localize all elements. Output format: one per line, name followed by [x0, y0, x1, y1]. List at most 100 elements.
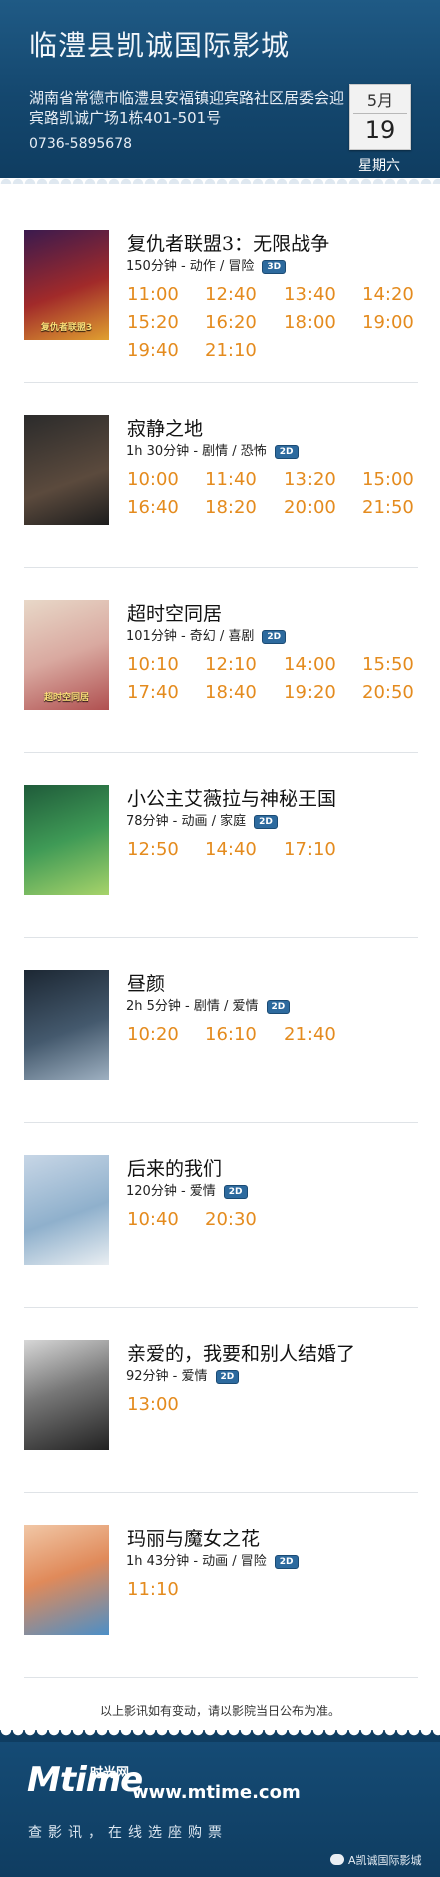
cinema-header: 临澧县凯诚国际影城 湖南省常德市临澧县安福镇迎宾路社区居委会迎宾路凯诚广场1栋4…	[0, 0, 440, 178]
header-zigzag-edge	[0, 172, 440, 184]
movie-info: 2h 5分钟 - 剧情 / 爱情 2D	[126, 995, 291, 1014]
showtime[interactable]: 14:20	[362, 284, 414, 305]
poster-caption: 复仇者联盟3	[40, 323, 93, 333]
showtime[interactable]: 12:40	[205, 284, 257, 305]
movie-duration-genre: 2h 5分钟 - 剧情 / 爱情	[126, 999, 259, 1014]
movie-item[interactable]: 玛丽与魔女之花 1h 43分钟 - 动画 / 冒险 2D 11:10	[24, 1493, 418, 1678]
format-badge: 2D	[274, 1555, 299, 1569]
showtime[interactable]: 19:40	[127, 340, 179, 361]
movie-item[interactable]: 超时空同居 超时空同居 101分钟 - 奇幻 / 喜剧 2D 10:10 12:10 14:…	[24, 568, 418, 753]
showtime[interactable]: 13:00	[127, 1394, 179, 1415]
movie-item[interactable]: 小公主艾薇拉与神秘王国 78分钟 - 动画 / 家庭 2D 12:50 14:40 17:…	[24, 753, 418, 938]
movie-title[interactable]: 寂静之地	[127, 414, 203, 441]
format-badge: 2D	[254, 815, 278, 829]
movie-title[interactable]: 玛丽与魔女之花	[127, 1524, 260, 1551]
wechat-icon	[330, 1854, 344, 1865]
showtime[interactable]: 11:00	[127, 284, 179, 305]
showtime[interactable]: 20:30	[205, 1209, 257, 1230]
movie-duration-genre: 78分钟 - 动画 / 家庭	[126, 814, 247, 829]
showtime[interactable]: 10:40	[127, 1209, 179, 1230]
movie-poster[interactable]: 复仇者联盟3	[24, 230, 109, 340]
showtime[interactable]: 12:10	[205, 654, 257, 675]
movie-poster[interactable]	[24, 1525, 109, 1635]
movie-poster[interactable]	[24, 785, 109, 895]
wechat-account-name: A凯诚国际影城	[348, 1854, 422, 1867]
showtime[interactable]: 17:40	[127, 682, 179, 703]
format-badge: 2D	[215, 1370, 240, 1384]
movie-info: 150分钟 - 动作 / 冒险 3D	[126, 255, 287, 274]
format-badge: 2D	[262, 630, 287, 644]
showtime[interactable]: 16:20	[205, 312, 257, 333]
showtime[interactable]: 18:00	[284, 312, 336, 333]
movie-duration-genre: 101分钟 - 奇幻 / 喜剧	[126, 629, 255, 644]
mtime-site-link[interactable]: www.mtime.com	[132, 1782, 301, 1803]
showtime[interactable]: 20:00	[284, 497, 336, 518]
cinema-phone: 0736-5895678	[29, 136, 133, 152]
format-badge: 2D	[223, 1185, 248, 1199]
showtime[interactable]: 10:00	[127, 469, 179, 490]
movie-item[interactable]: 昼颜 2h 5分钟 - 剧情 / 爱情 2D 10:20 16:10 21:40	[24, 938, 418, 1123]
cinema-address: 湖南省常德市临澧县安福镇迎宾路社区居委会迎宾路凯诚广场1栋401-501号	[29, 89, 345, 127]
showtime[interactable]: 20:50	[362, 682, 414, 703]
showtime[interactable]: 21:40	[284, 1024, 336, 1045]
notice-text: 以上影讯如有变动，请以影院当日公布为准。	[99, 1704, 340, 1718]
showtime[interactable]: 15:00	[362, 469, 414, 490]
movie-title[interactable]: 小公主艾薇拉与神秘王国	[127, 784, 336, 811]
movie-item[interactable]: 亲爱的，我要和别人结婚了 92分钟 - 爱情 2D 13:00	[24, 1308, 418, 1493]
showtime[interactable]: 13:20	[284, 469, 336, 490]
movie-item[interactable]: 复仇者联盟3 复仇者联盟3：无限战争 150分钟 - 动作 / 冒险 3D 11:00 1…	[24, 198, 418, 383]
movie-title[interactable]: 复仇者联盟3：无限战争	[127, 229, 329, 256]
showtime[interactable]: 21:10	[205, 340, 257, 361]
showtime[interactable]: 21:50	[362, 497, 414, 518]
showtime[interactable]: 13:40	[284, 284, 336, 305]
format-badge: 3D	[262, 260, 287, 274]
footer-slogan: 查影讯，在线选座购票	[28, 1825, 228, 1841]
showtime[interactable]: 15:20	[127, 312, 179, 333]
showtime[interactable]: 15:50	[362, 654, 414, 675]
showtime[interactable]: 18:20	[205, 497, 257, 518]
showtime[interactable]: 19:00	[362, 312, 414, 333]
showtime[interactable]: 14:00	[284, 654, 336, 675]
movie-info: 92分钟 - 爱情 2D	[126, 1365, 240, 1384]
format-badge: 2D	[274, 445, 299, 459]
poster-caption: 超时空同居	[43, 693, 89, 703]
movie-duration-genre: 1h 30分钟 - 剧情 / 恐怖	[126, 444, 267, 459]
movie-divider	[24, 1677, 418, 1678]
cinema-title: 临澧县凯诚国际影城	[29, 29, 291, 62]
footer: Mtime 时光网 www.mtime.com 查影讯，在线选座购票 A凯诚国际…	[0, 1742, 440, 1877]
movie-title[interactable]: 亲爱的，我要和别人结婚了	[127, 1339, 355, 1366]
movie-item[interactable]: 后来的我们 120分钟 - 爱情 2D 10:40 20:30	[24, 1123, 418, 1308]
movie-poster[interactable]	[24, 1155, 109, 1265]
mtime-logo-cn: 时光网	[90, 1766, 130, 1781]
movie-info: 101分钟 - 奇幻 / 喜剧 2D	[126, 625, 287, 644]
showtime[interactable]: 19:20	[284, 682, 336, 703]
showtime[interactable]: 16:10	[205, 1024, 257, 1045]
showtime[interactable]: 14:40	[205, 839, 257, 860]
date-card: 5月 19	[349, 84, 411, 150]
showtime[interactable]: 11:10	[127, 1579, 179, 1600]
showtime[interactable]: 11:40	[205, 469, 257, 490]
wechat-account: A凯诚国际影城	[330, 1852, 422, 1868]
movie-title[interactable]: 后来的我们	[127, 1154, 222, 1181]
date-divider	[353, 113, 407, 114]
movie-poster[interactable]	[24, 970, 109, 1080]
movie-info: 120分钟 - 爱情 2D	[126, 1180, 248, 1199]
movie-item[interactable]: 寂静之地 1h 30分钟 - 剧情 / 恐怖 2D 10:00 11:40 13:20 15…	[24, 383, 418, 568]
movie-duration-genre: 150分钟 - 动作 / 冒险	[126, 259, 255, 274]
showtime[interactable]: 18:40	[205, 682, 257, 703]
movie-poster[interactable]: 超时空同居	[24, 600, 109, 710]
showtime[interactable]: 10:10	[127, 654, 179, 675]
showtime[interactable]: 12:50	[127, 839, 179, 860]
movie-duration-genre: 1h 43分钟 - 动画 / 冒险	[126, 1554, 267, 1569]
movie-title[interactable]: 超时空同居	[127, 599, 222, 626]
movie-info: 1h 30分钟 - 剧情 / 恐怖 2D	[126, 440, 299, 459]
movie-title[interactable]: 昼颜	[127, 969, 165, 996]
date-day: 19	[364, 116, 396, 144]
showtime[interactable]: 16:40	[127, 497, 179, 518]
showtime[interactable]: 17:10	[284, 839, 336, 860]
movie-poster[interactable]	[24, 1340, 109, 1450]
movie-poster[interactable]	[24, 415, 109, 525]
format-badge: 2D	[266, 1000, 291, 1014]
footer-zigzag-edge	[0, 1730, 440, 1742]
showtime[interactable]: 10:20	[127, 1024, 179, 1045]
